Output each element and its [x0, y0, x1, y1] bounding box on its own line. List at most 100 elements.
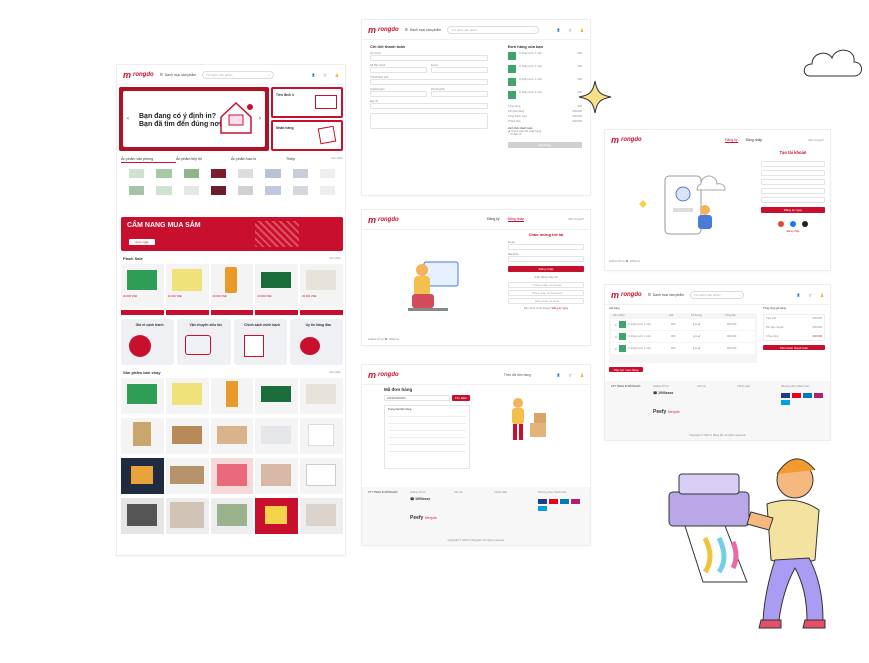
phone-field[interactable]	[370, 67, 427, 73]
product-card[interactable]: 20.000 VNĐ	[300, 264, 343, 308]
category-item[interactable]	[292, 169, 308, 178]
bell-icon[interactable]: 🔔	[335, 73, 339, 77]
user-icon[interactable]: 👤	[797, 293, 801, 297]
tab-cards[interactable]: Thiệp	[286, 157, 326, 163]
confirm-password-field[interactable]	[761, 197, 825, 203]
province-select[interactable]	[370, 79, 488, 85]
banner-button[interactable]: Xem ngay	[129, 239, 155, 245]
name-field[interactable]	[370, 55, 488, 61]
tab-packaging[interactable]: Ấn phẩm bao bì	[231, 157, 286, 163]
tab-login[interactable]: Đăng nhập	[507, 217, 525, 222]
ward-select[interactable]	[431, 91, 488, 97]
product-card[interactable]: 20.000 VNĐ	[210, 264, 254, 308]
register-button[interactable]: Đăng ký ngay	[761, 207, 825, 213]
category-item[interactable]	[156, 169, 172, 178]
name-field[interactable]	[761, 161, 825, 167]
side-card-2[interactable]: Nhận hàng	[271, 120, 343, 151]
google-icon[interactable]	[778, 221, 784, 227]
logo[interactable]: m rongdo	[368, 25, 399, 35]
category-item[interactable]	[319, 169, 335, 178]
product-card[interactable]	[255, 378, 299, 414]
category-item[interactable]	[238, 186, 254, 195]
product-card[interactable]	[121, 418, 164, 454]
tab-register[interactable]: Đăng ký	[725, 138, 738, 143]
cart-icon[interactable]: 🛒	[569, 373, 573, 377]
register-link[interactable]: Đăng ký ngay	[552, 307, 568, 310]
tab-office[interactable]: Ấn phẩm văn phòng	[121, 157, 176, 163]
buy-button[interactable]	[210, 310, 254, 315]
logo[interactable]: m rongdo	[368, 215, 399, 225]
category-menu[interactable]: ☰ Danh mục sản phẩm	[648, 293, 684, 297]
tab-login[interactable]: Đăng nhập	[746, 138, 763, 143]
product-card[interactable]	[210, 498, 254, 534]
district-select[interactable]	[370, 91, 427, 97]
category-item[interactable]	[183, 169, 199, 178]
bell-icon[interactable]: 🔔	[580, 28, 584, 32]
product-card[interactable]	[255, 418, 299, 454]
category-item[interactable]	[265, 186, 281, 195]
product-card[interactable]	[300, 418, 343, 454]
search-input[interactable]: Tìm kiếm sản phẩm ⌕	[202, 70, 275, 79]
product-card[interactable]	[255, 498, 299, 534]
note-field[interactable]	[370, 113, 488, 129]
quantity-stepper[interactable]: [- 1 +]	[693, 335, 727, 338]
category-menu[interactable]: ☰ Danh mục sản phẩm	[160, 73, 196, 77]
search-input[interactable]: Tìm kiếm sản phẩm ⌕	[690, 290, 745, 299]
category-item[interactable]	[183, 186, 199, 195]
product-card[interactable]	[300, 378, 343, 414]
email-field[interactable]	[431, 67, 488, 73]
cart-icon[interactable]: 🛒	[569, 28, 573, 32]
email-field[interactable]	[761, 179, 825, 185]
phone-field[interactable]	[761, 170, 825, 176]
category-item[interactable]	[210, 186, 226, 195]
category-menu[interactable]: ☰ Danh mục sản phẩm	[405, 28, 441, 32]
category-item[interactable]	[238, 169, 254, 178]
flash-view-all[interactable]: Xem thêm	[329, 257, 341, 260]
product-card[interactable]	[121, 378, 164, 414]
footer-hotline[interactable]: ☎ 1900xxxx	[653, 391, 673, 395]
user-icon[interactable]: 👤	[557, 373, 561, 377]
bell-icon[interactable]: 🔔	[820, 293, 824, 297]
checkout-button[interactable]: Tiến hành thanh toán	[763, 345, 825, 350]
next-arrow-icon[interactable]: ›	[259, 116, 261, 122]
email-field[interactable]	[508, 244, 584, 250]
password-field[interactable]	[761, 188, 825, 194]
shopping-guide-banner[interactable]: CẨM NANG MUA SẮM Xem ngay	[121, 217, 343, 251]
tab-marketing[interactable]: Ấn phẩm tiếp thị	[176, 157, 231, 163]
address-field[interactable]	[370, 103, 488, 109]
tab-register[interactable]: Đăng ký	[487, 217, 499, 222]
password-field[interactable]	[508, 256, 584, 262]
product-card[interactable]	[210, 378, 254, 414]
product-card[interactable]	[210, 418, 254, 454]
product-card[interactable]	[300, 498, 343, 534]
continue-shopping-button[interactable]: Tiếp tục mua hàng	[609, 367, 643, 372]
login-button[interactable]: Đăng nhập	[508, 266, 584, 272]
buy-button[interactable]	[300, 310, 343, 315]
google-login-button[interactable]: G Đăng nhập với Google	[508, 282, 584, 288]
cart-icon[interactable]: 🛒	[809, 293, 813, 297]
user-icon[interactable]: 👤	[557, 28, 561, 32]
buy-button[interactable]	[121, 310, 164, 315]
track-order-link[interactable]: Theo dõi đơn hàng	[504, 373, 531, 377]
category-item[interactable]	[156, 186, 172, 195]
facebook-icon[interactable]	[790, 221, 796, 227]
product-card[interactable]	[165, 378, 209, 414]
logo[interactable]: m rongdo	[368, 370, 399, 380]
product-card[interactable]	[121, 498, 164, 534]
logo[interactable]: m rongdo	[611, 135, 642, 145]
payment-option[interactable]: ○ Ví điện tử	[508, 133, 582, 136]
product-card[interactable]: 20.000 VNĐ	[121, 264, 164, 308]
login-link[interactable]: Đăng nhập	[761, 230, 825, 233]
category-item[interactable]	[129, 169, 145, 178]
side-card-1[interactable]: Tiền lãnh lì	[271, 87, 343, 118]
footer-hotline[interactable]: ☎ 1900xxxx	[410, 497, 430, 501]
logo[interactable]: m rongdo	[611, 290, 642, 300]
buy-button[interactable]	[255, 310, 299, 315]
product-card[interactable]	[165, 418, 209, 454]
product-card[interactable]: 20.000 VNĐ	[255, 264, 299, 308]
quantity-stepper[interactable]: [- 1 +]	[693, 323, 727, 326]
product-card[interactable]: 20.000 VNĐ	[165, 264, 209, 308]
bell-icon[interactable]: 🔔	[580, 373, 584, 377]
view-all-link[interactable]: Xem thêm	[331, 157, 343, 163]
facebook-login-button[interactable]: f Đăng nhập với Facebook	[508, 290, 584, 296]
